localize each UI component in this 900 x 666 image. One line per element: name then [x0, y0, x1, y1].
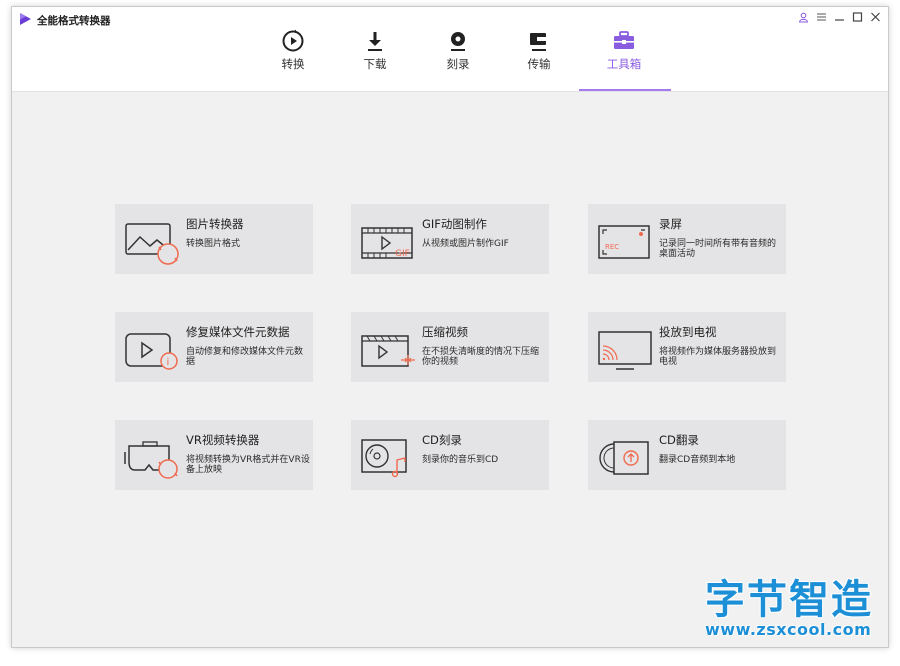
watermark-cn: 字节智造 — [705, 577, 873, 623]
tool-video-compressor[interactable]: 压缩视频 在不损失清晰度的情况下压缩你的视频 — [351, 312, 549, 382]
active-tab-indicator — [579, 89, 671, 91]
tool-title: 图片转换器 — [186, 217, 244, 231]
tool-title: GIF动图制作 — [422, 217, 487, 231]
vr-convert-icon — [124, 441, 178, 479]
app-window: 全能格式转换器 转换 下载 刻录 传输 工具箱 图片转换器 转换图片格式 GIF… — [11, 6, 889, 648]
tool-cast-to-tv[interactable]: 投放到电视 将视频作为媒体服务器投放到电视 — [588, 312, 786, 382]
compress-video-icon — [361, 335, 415, 367]
tool-metadata-fixer[interactable]: i 修复媒体文件元数据 自动修复和修改媒体文件元数据 — [115, 312, 313, 382]
tab-download-label: 下载 — [363, 57, 387, 71]
transfer-icon — [530, 33, 547, 51]
download-icon — [368, 32, 382, 51]
tool-title: 录屏 — [659, 217, 682, 231]
tab-toolbox[interactable]: 工具箱 — [594, 29, 654, 72]
watermark: 字节智造 www.zsxcool.com — [705, 578, 887, 639]
tab-burn-label: 刻录 — [446, 57, 470, 71]
tab-burn[interactable]: 刻录 — [428, 29, 488, 72]
image-convert-icon — [125, 223, 179, 265]
svg-text:i: i — [167, 357, 170, 368]
tool-desc: 将视频作为媒体服务器投放到电视 — [659, 347, 777, 367]
tab-download[interactable]: 下载 — [345, 29, 405, 72]
tool-title: CD刻录 — [422, 433, 462, 447]
tool-desc: 转换图片格式 — [186, 239, 241, 249]
tool-cd-ripper[interactable]: CD翻录 翻录CD音频到本地 — [588, 420, 786, 490]
tool-desc: 翻录CD音频到本地 — [659, 455, 736, 465]
tool-desc: 将视频转换为VR格式并在VR设备上放映 — [186, 455, 310, 475]
tool-title: 投放到电视 — [659, 325, 717, 339]
watermark-url: www.zsxcool.com — [705, 620, 872, 639]
tool-screen-recorder[interactable]: REC 录屏 记录同一时间所有带有音频的桌面活动 — [588, 204, 786, 274]
title-bar: 全能格式转换器 转换 下载 刻录 传输 工具箱 — [12, 7, 888, 92]
cd-burn-icon — [361, 439, 407, 478]
tool-title: VR视频转换器 — [186, 433, 260, 447]
tool-title: 压缩视频 — [422, 325, 468, 339]
tool-title: CD翻录 — [659, 433, 699, 447]
tool-desc: 在不损失清晰度的情况下压缩你的视频 — [422, 347, 540, 367]
tool-image-converter[interactable]: 图片转换器 转换图片格式 — [115, 204, 313, 274]
tool-desc: 记录同一时间所有带有音频的桌面活动 — [659, 239, 777, 259]
tab-convert[interactable]: 转换 — [263, 29, 323, 72]
tool-title: 修复媒体文件元数据 — [186, 325, 290, 339]
tab-toolbox-label: 工具箱 — [606, 57, 642, 71]
svg-text:REC: REC — [605, 243, 619, 251]
svg-text:GIF: GIF — [395, 249, 410, 259]
cast-tv-icon — [598, 331, 652, 370]
tab-transfer-label: 传输 — [527, 57, 551, 71]
convert-icon — [282, 29, 304, 52]
screen-record-icon: REC — [598, 225, 650, 259]
tool-desc: 从视频或图片制作GIF — [422, 239, 509, 249]
toolbox-icon — [614, 31, 634, 49]
gif-maker-icon: GIF — [361, 227, 413, 259]
tool-desc: 自动修复和修改媒体文件元数据 — [186, 347, 304, 367]
cd-rip-icon — [599, 441, 649, 475]
tool-gif-maker[interactable]: GIF GIF动图制作 从视频或图片制作GIF — [351, 204, 549, 274]
burn-icon — [451, 32, 465, 51]
tab-convert-label: 转换 — [281, 57, 305, 71]
main-nav: 转换 下载 刻录 传输 工具箱 — [12, 7, 888, 91]
tool-vr-converter[interactable]: VR视频转换器 将视频转换为VR格式并在VR设备上放映 — [115, 420, 313, 490]
metadata-fix-icon: i — [125, 333, 178, 370]
tab-transfer[interactable]: 传输 — [509, 29, 569, 72]
tool-cd-burner[interactable]: CD刻录 刻录你的音乐到CD — [351, 420, 549, 490]
tool-desc: 刻录你的音乐到CD — [422, 455, 499, 465]
